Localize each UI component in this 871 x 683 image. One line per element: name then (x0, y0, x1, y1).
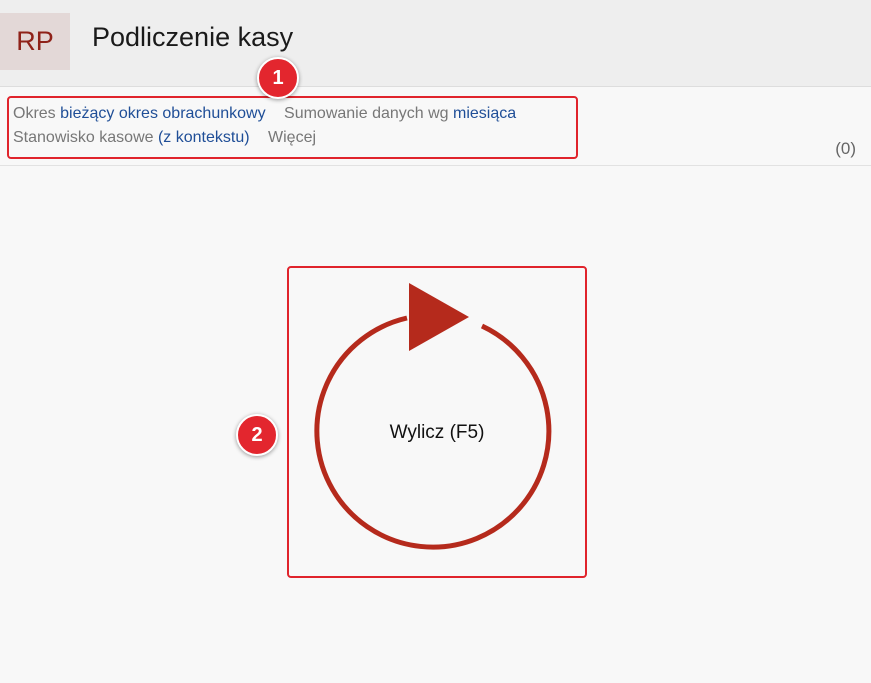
annotation-box-2 (287, 266, 587, 578)
annotation-box-1 (7, 96, 578, 159)
page-title: Podliczenie kasy (92, 22, 294, 52)
annotation-marker-1: 1 (257, 57, 299, 99)
page: RP Podliczenie kasy Okres bieżący okres … (0, 0, 871, 683)
app-badge[interactable]: RP (0, 13, 70, 70)
record-count: (0) (835, 139, 856, 158)
annotation-marker-2: 2 (236, 414, 278, 456)
header-bar: RP Podliczenie kasy (0, 0, 871, 87)
